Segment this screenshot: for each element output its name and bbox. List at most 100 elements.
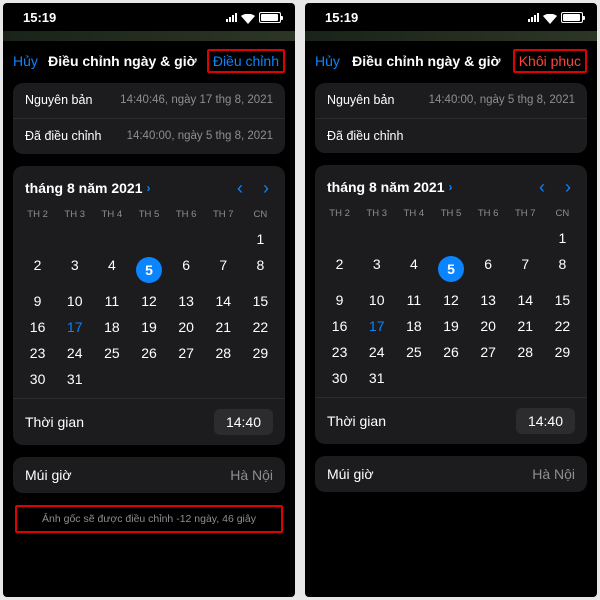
calendar-day[interactable]: 13 (470, 287, 507, 313)
calendar-day[interactable]: 21 (205, 314, 242, 340)
calendar-day[interactable]: 19 (130, 314, 167, 340)
status-bar: 15:19 (3, 3, 295, 31)
prev-month-button[interactable]: ‹ (539, 177, 545, 198)
cellular-icon (528, 13, 539, 22)
calendar-day[interactable]: 25 (93, 340, 130, 366)
calendar-day[interactable]: 8 (242, 252, 279, 288)
calendar-day[interactable]: 11 (93, 288, 130, 314)
calendar-day[interactable]: 13 (168, 288, 205, 314)
calendar-day[interactable]: 27 (168, 340, 205, 366)
calendar-day[interactable]: 23 (321, 339, 358, 365)
calendar-day[interactable]: 10 (358, 287, 395, 313)
calendar-day[interactable]: 29 (242, 340, 279, 366)
weekday-header: TH 7 (507, 204, 544, 225)
calendar-day[interactable]: 20 (470, 313, 507, 339)
calendar-day[interactable]: 4 (395, 251, 432, 287)
calendar-day[interactable]: 14 (507, 287, 544, 313)
adjusted-label: Đã điều chỉnh (25, 129, 101, 143)
wifi-icon (241, 12, 255, 22)
calendar-day[interactable]: 30 (19, 366, 56, 392)
chevron-right-icon: › (147, 181, 151, 195)
calendar-day[interactable]: 8 (544, 251, 581, 287)
calendar-day[interactable]: 24 (358, 339, 395, 365)
weekday-header: TH 6 (168, 205, 205, 226)
month-picker[interactable]: tháng 8 năm 2021 › (327, 179, 453, 195)
datetime-info-card: Nguyên bản 14:40:46, ngày 17 thg 8, 2021… (13, 83, 285, 154)
cancel-button[interactable]: Hủy (13, 53, 38, 69)
weekday-header: TH 3 (56, 205, 93, 226)
calendar-day[interactable]: 29 (544, 339, 581, 365)
time-row: Thời gian 14:40 (13, 398, 285, 445)
calendar-day[interactable]: 16 (321, 313, 358, 339)
calendar-day[interactable]: 15 (544, 287, 581, 313)
next-month-button[interactable]: › (263, 178, 269, 199)
calendar-day[interactable]: 19 (432, 313, 469, 339)
calendar-day[interactable]: 21 (507, 313, 544, 339)
calendar-day[interactable]: 9 (19, 288, 56, 314)
calendar-day[interactable]: 20 (168, 314, 205, 340)
calendar-day[interactable]: 28 (507, 339, 544, 365)
calendar-day[interactable]: 2 (19, 252, 56, 288)
month-picker[interactable]: tháng 8 năm 2021 › (25, 180, 151, 196)
calendar-day[interactable]: 28 (205, 340, 242, 366)
calendar-day[interactable]: 31 (358, 365, 395, 391)
calendar-day[interactable]: 5 (432, 251, 469, 287)
calendar-day[interactable]: 30 (321, 365, 358, 391)
battery-icon (259, 12, 281, 23)
calendar-day[interactable]: 2 (321, 251, 358, 287)
time-picker[interactable]: 14:40 (516, 408, 575, 434)
calendar-day[interactable]: 14 (205, 288, 242, 314)
calendar-day[interactable]: 4 (93, 252, 130, 288)
calendar-day[interactable]: 23 (19, 340, 56, 366)
calendar-day[interactable]: 3 (56, 252, 93, 288)
weekday-header: TH 4 (93, 205, 130, 226)
calendar-day[interactable]: 1 (544, 225, 581, 251)
calendar-day[interactable]: 1 (242, 226, 279, 252)
adjusted-value: 14:40:00, ngày 5 thg 8, 2021 (127, 129, 273, 144)
calendar-day[interactable]: 9 (321, 287, 358, 313)
calendar-day[interactable]: 12 (432, 287, 469, 313)
time-picker[interactable]: 14:40 (214, 409, 273, 435)
calendar-day[interactable]: 26 (432, 339, 469, 365)
original-value: 14:40:46, ngày 17 thg 8, 2021 (120, 93, 273, 108)
calendar-grid: TH 2TH 3TH 4TH 5TH 6TH 7CN......12345678… (13, 205, 285, 398)
calendar-day[interactable]: 6 (168, 252, 205, 288)
original-row: Nguyên bản 14:40:00, ngày 5 thg 8, 2021 (315, 83, 587, 118)
calendar-day[interactable]: 12 (130, 288, 167, 314)
calendar-day[interactable]: 3 (358, 251, 395, 287)
calendar-day[interactable]: 18 (395, 313, 432, 339)
calendar-day[interactable]: 10 (56, 288, 93, 314)
adjusted-row: Đã điều chỉnh (315, 118, 587, 153)
calendar-day[interactable]: 25 (395, 339, 432, 365)
calendar-day[interactable]: 22 (544, 313, 581, 339)
datetime-info-card: Nguyên bản 14:40:00, ngày 5 thg 8, 2021 … (315, 83, 587, 153)
calendar-day[interactable]: 22 (242, 314, 279, 340)
adjust-button[interactable]: Điều chỉnh (207, 49, 285, 73)
timezone-card[interactable]: Múi giờ Hà Nội (315, 456, 587, 492)
calendar-day[interactable]: 27 (470, 339, 507, 365)
calendar-day[interactable]: 5 (130, 252, 167, 288)
calendar-day[interactable]: 16 (19, 314, 56, 340)
phone-left: 15:19 Hủy Điều chỉnh ngày & giờ Điều chỉ… (3, 3, 295, 597)
original-label: Nguyên bản (25, 93, 92, 107)
calendar-card: tháng 8 năm 2021 › ‹ › TH 2TH 3TH 4TH 5T… (13, 166, 285, 445)
timezone-card[interactable]: Múi giờ Hà Nội (13, 457, 285, 493)
calendar-day[interactable]: 24 (56, 340, 93, 366)
calendar-day[interactable]: 11 (395, 287, 432, 313)
calendar-day[interactable]: 7 (205, 252, 242, 288)
calendar-day[interactable]: 31 (56, 366, 93, 392)
prev-month-button[interactable]: ‹ (237, 178, 243, 199)
calendar-day[interactable]: 18 (93, 314, 130, 340)
calendar-day[interactable]: 15 (242, 288, 279, 314)
calendar-day[interactable]: 17 (56, 314, 93, 340)
calendar-day[interactable]: 26 (130, 340, 167, 366)
photo-preview-strip (305, 31, 597, 41)
cancel-button[interactable]: Hủy (315, 53, 340, 69)
next-month-button[interactable]: › (565, 177, 571, 198)
calendar-day[interactable]: 6 (470, 251, 507, 287)
chevron-right-icon: › (449, 180, 453, 194)
status-indicators (528, 12, 583, 23)
restore-button[interactable]: Khôi phục (513, 49, 587, 73)
calendar-day[interactable]: 7 (507, 251, 544, 287)
calendar-day[interactable]: 17 (358, 313, 395, 339)
